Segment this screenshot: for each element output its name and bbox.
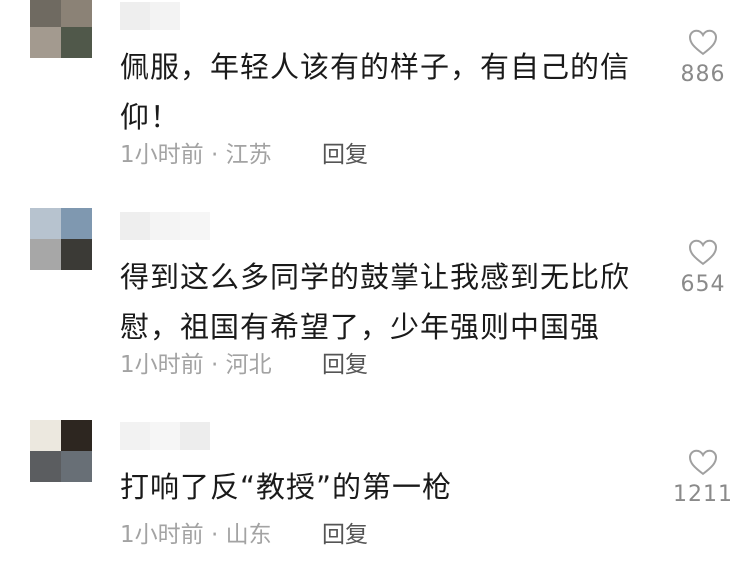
username-pixel: [120, 422, 150, 450]
comment-meta: 1小时前 · 河北: [120, 350, 272, 380]
username-pixel: [180, 212, 210, 240]
avatar-pixel: [61, 451, 92, 482]
username-pixel: [120, 212, 150, 240]
comment-text: 得到这么多同学的鼓掌让我感到无比欣慰，祖国有希望了，少年强则中国强: [120, 260, 631, 344]
avatar-pixel: [30, 208, 61, 239]
comment-meta: 1小时前 · 山东: [120, 520, 272, 550]
username-blurred[interactable]: [120, 2, 180, 30]
like-button[interactable]: 654: [668, 238, 738, 298]
reply-button[interactable]: 回复: [322, 520, 368, 550]
avatar-pixel: [61, 27, 92, 58]
comment-time: 1小时前: [120, 352, 204, 378]
avatar-pixel: [61, 239, 92, 270]
like-button[interactable]: 1211: [668, 448, 738, 508]
avatar-pixel: [61, 208, 92, 239]
comment-location: 山东: [225, 522, 272, 548]
username-pixel: [150, 212, 180, 240]
meta-separator: ·: [210, 142, 219, 168]
username-pixel: [150, 422, 180, 450]
comment-text: 打响了反“教授”的第一枪: [120, 470, 453, 504]
heart-outline-icon: [688, 29, 718, 56]
comment-location: 江苏: [225, 142, 272, 168]
like-count: 886: [680, 62, 726, 87]
username-pixel: [180, 422, 210, 450]
username-pixel: [120, 2, 150, 30]
avatar-pixel: [61, 0, 92, 27]
avatar[interactable]: [30, 208, 92, 270]
comment-text: 佩服，年轻人该有的样子，有自己的信仰！: [120, 50, 631, 134]
like-count: 654: [680, 272, 726, 297]
avatar-pixel: [61, 420, 92, 451]
avatar[interactable]: [30, 420, 92, 482]
username-blurred[interactable]: [120, 422, 210, 450]
avatar-pixel: [30, 239, 61, 270]
avatar-pixel: [30, 420, 61, 451]
avatar-pixel: [30, 451, 61, 482]
comment-time: 1小时前: [120, 522, 204, 548]
username-pixel: [150, 2, 180, 30]
username-blurred[interactable]: [120, 212, 210, 240]
comment-time: 1小时前: [120, 142, 204, 168]
heart-outline-icon: [688, 239, 718, 266]
like-button[interactable]: 886: [668, 28, 738, 88]
avatar[interactable]: [30, 0, 92, 58]
comment-meta: 1小时前 · 江苏: [120, 140, 272, 170]
avatar-pixel: [30, 0, 61, 27]
comment-location: 河北: [225, 352, 272, 378]
reply-button[interactable]: 回复: [322, 350, 368, 380]
like-count: 1211: [673, 482, 733, 507]
reply-button[interactable]: 回复: [322, 140, 368, 170]
heart-outline-icon: [688, 449, 718, 476]
avatar-pixel: [30, 27, 61, 58]
meta-separator: ·: [210, 522, 219, 548]
meta-separator: ·: [210, 352, 219, 378]
